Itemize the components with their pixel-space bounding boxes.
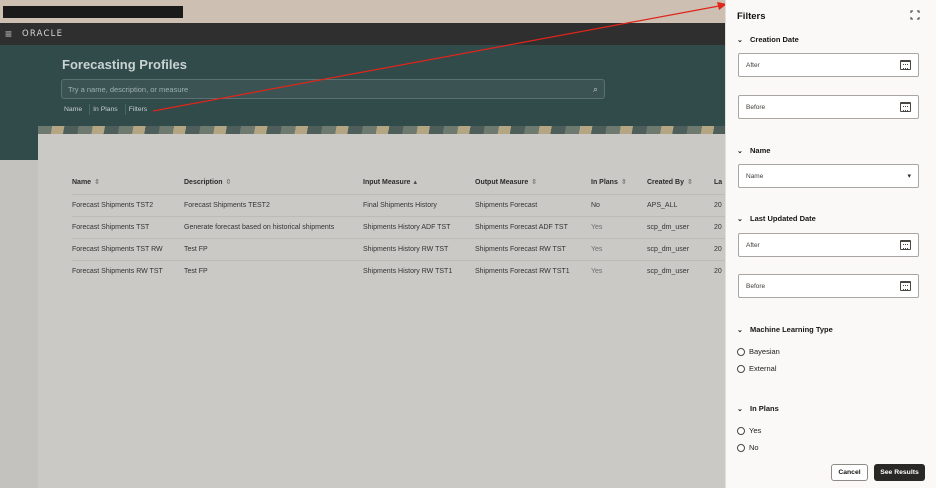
radio-button[interactable]: [737, 426, 745, 435]
chevron-down-icon: ⌄: [737, 405, 743, 413]
section-ml-type[interactable]: ⌄ Machine Learning Type: [737, 325, 833, 334]
radio-in-plans-no[interactable]: No: [737, 443, 759, 452]
table-row[interactable]: Forecast Shipments TST2 Forecast Shipmen…: [72, 194, 732, 216]
search-icon[interactable]: ⌕: [593, 84, 598, 95]
section-last-updated-date[interactable]: ⌄ Last Updated Date: [737, 214, 816, 223]
sort-ascending-icon[interactable]: ▴: [413, 179, 417, 186]
radio-button[interactable]: [737, 364, 745, 373]
creation-after-field[interactable]: After: [738, 53, 919, 77]
col-in-plans[interactable]: In Plans ⇳: [591, 178, 647, 186]
search-placeholder: Try a name, description, or measure: [68, 84, 189, 94]
hamburger-menu-icon[interactable]: ≡: [5, 28, 17, 40]
expand-icon[interactable]: [910, 10, 920, 20]
calendar-icon[interactable]: [900, 60, 911, 70]
updated-after-field[interactable]: After: [738, 233, 919, 257]
section-creation-date[interactable]: ⌄ Creation Date: [737, 35, 799, 44]
chevron-down-icon: ⌄: [737, 36, 743, 44]
name-select[interactable]: Name ▾: [738, 164, 919, 188]
radio-bayesian[interactable]: Bayesian: [737, 347, 780, 356]
radio-in-plans-yes[interactable]: Yes: [737, 426, 761, 435]
sort-icon[interactable]: ⇳: [531, 179, 537, 186]
calendar-icon[interactable]: [900, 240, 911, 250]
oracle-logo[interactable]: ORACLE: [22, 29, 63, 39]
table-row[interactable]: Forecast Shipments TST RW Test FP Shipme…: [72, 238, 732, 260]
filters-title: Filters: [737, 11, 766, 22]
table-header: Name ⇳ Description ⇳ Input Measure ▴ Output…: [72, 176, 732, 188]
col-description[interactable]: Description ⇳: [184, 178, 363, 186]
section-name[interactable]: ⌄ Name: [737, 146, 770, 155]
chip-name[interactable]: Name: [61, 104, 85, 115]
creation-before-field[interactable]: Before: [738, 95, 919, 119]
dropdown-caret-icon[interactable]: ▾: [907, 172, 911, 180]
radio-button[interactable]: [737, 443, 745, 452]
col-output-measure[interactable]: Output Measure ⇳: [475, 178, 591, 186]
chip-filters[interactable]: Filters: [124, 104, 151, 115]
chip-in-plans[interactable]: In Plans: [89, 104, 121, 115]
calendar-icon[interactable]: [900, 102, 911, 112]
sort-icon[interactable]: ⇳: [687, 179, 693, 186]
col-name[interactable]: Name ⇳: [72, 178, 184, 186]
col-input-measure[interactable]: Input Measure ▴: [363, 178, 475, 186]
table-row[interactable]: Forecast Shipments TST Generate forecast…: [72, 216, 732, 238]
chevron-down-icon: ⌄: [737, 326, 743, 334]
radio-external[interactable]: External: [737, 364, 777, 373]
filters-panel: Filters ⌄ Creation Date After Before ⌄ N…: [725, 0, 936, 488]
chevron-down-icon: ⌄: [737, 215, 743, 223]
left-texture: [0, 160, 38, 488]
radio-button[interactable]: [737, 347, 745, 356]
section-in-plans[interactable]: ⌄ In Plans: [737, 404, 779, 413]
sort-icon[interactable]: ⇳: [621, 179, 627, 186]
page-title: Forecasting Profiles: [62, 57, 187, 72]
see-results-button[interactable]: See Results: [874, 464, 925, 481]
search-input[interactable]: Try a name, description, or measure ⌕: [61, 79, 605, 99]
sort-icon[interactable]: ⇳: [94, 179, 100, 186]
col-created-by[interactable]: Created By ⇳: [647, 178, 714, 186]
chevron-down-icon: ⌄: [737, 147, 743, 155]
filter-chips: Name In Plans Filters: [61, 104, 150, 115]
updated-before-field[interactable]: Before: [738, 274, 919, 298]
table-row[interactable]: Forecast Shipments RW TST Test FP Shipme…: [72, 260, 732, 282]
sort-icon[interactable]: ⇳: [226, 179, 232, 186]
profiles-table: Name ⇳ Description ⇳ Input Measure ▴ Output…: [72, 176, 732, 282]
calendar-icon[interactable]: [900, 281, 911, 291]
cancel-button[interactable]: Cancel: [831, 464, 868, 481]
redacted-bar: [3, 6, 183, 18]
